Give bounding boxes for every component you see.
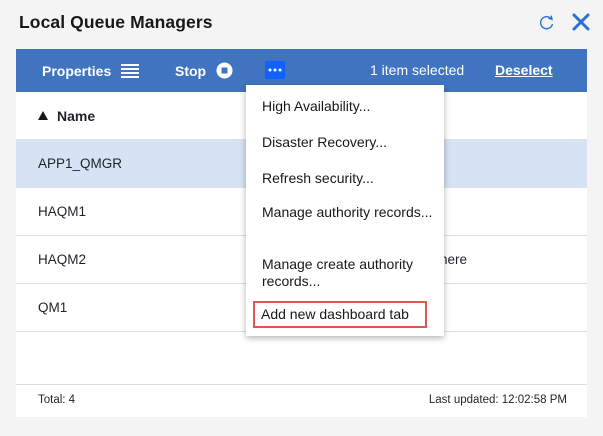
menu-item-manage-create-authority-records[interactable]: Manage create authority records... <box>246 256 444 290</box>
stop-icon <box>216 62 233 79</box>
refresh-icon <box>539 15 554 30</box>
overflow-context-menu: High Availability... Disaster Recovery..… <box>246 85 444 336</box>
total-count: Total: 4 <box>38 394 76 406</box>
close-icon <box>572 13 590 31</box>
overflow-menu-icon <box>268 68 282 72</box>
stop-button[interactable]: Stop <box>175 49 233 92</box>
menu-item-refresh-security[interactable]: Refresh security... <box>246 170 444 187</box>
properties-label: Properties <box>42 62 112 79</box>
row-name: HAQM1 <box>38 204 87 219</box>
sort-ascending-icon <box>38 111 48 120</box>
menu-item-manage-authority-records[interactable]: Manage authority records... <box>246 204 444 221</box>
row-extra-text: nere <box>440 252 468 267</box>
page-title: Local Queue Managers <box>19 12 213 32</box>
properties-button[interactable]: Properties <box>42 49 140 92</box>
row-name: APP1_QMGR <box>38 156 123 171</box>
column-header-name[interactable]: Name <box>16 108 95 124</box>
menu-item-disaster-recovery[interactable]: Disaster Recovery... <box>246 134 444 151</box>
table-footer: Total: 4 Last updated: 12:02:58 PM <box>16 384 587 417</box>
overflow-menu-button[interactable] <box>265 61 285 79</box>
menu-item-high-availability[interactable]: High Availability... <box>246 98 444 115</box>
column-header-label: Name <box>57 107 96 124</box>
list-icon <box>121 63 140 78</box>
close-button[interactable] <box>570 11 592 33</box>
row-name: HAQM2 <box>38 252 87 267</box>
last-updated: Last updated: 12:02:58 PM <box>428 394 567 406</box>
row-name: QM1 <box>38 300 68 315</box>
menu-item-add-dashboard-tab[interactable]: Add new dashboard tab <box>253 301 427 328</box>
deselect-link[interactable]: Deselect <box>495 49 553 92</box>
stop-label: Stop <box>175 62 207 79</box>
refresh-button[interactable] <box>537 13 557 33</box>
